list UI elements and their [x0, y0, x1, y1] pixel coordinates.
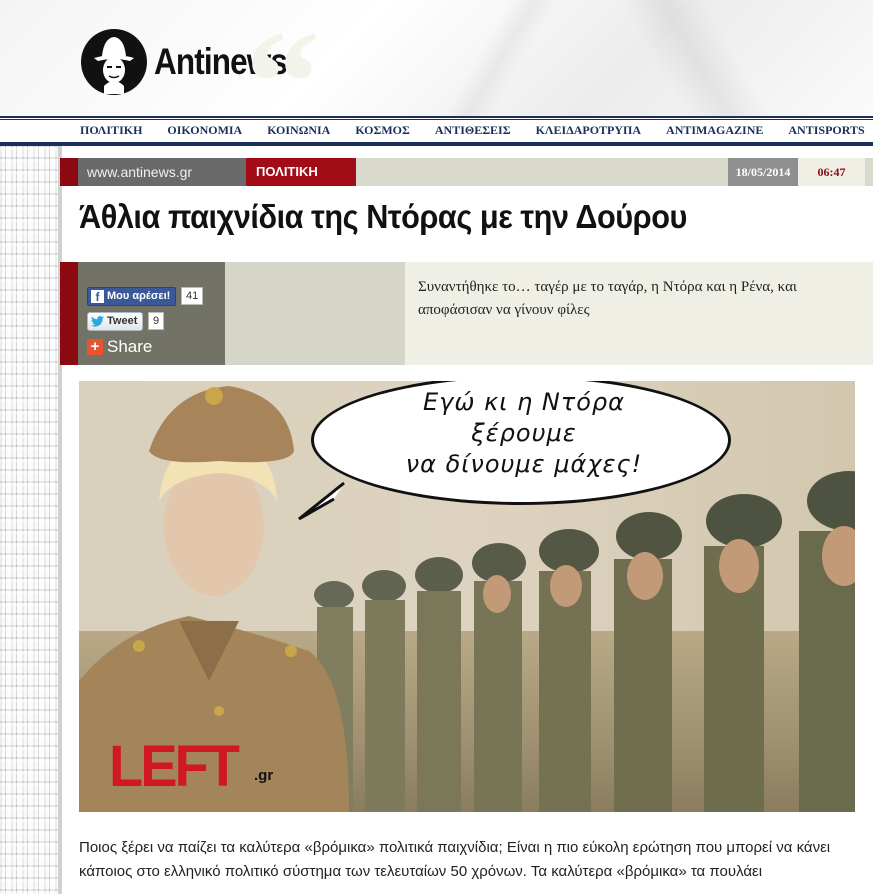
- speech-bubble-tail: [298, 481, 345, 521]
- article-date: 18/05/2014: [728, 158, 798, 186]
- paper-texture: [520, 0, 873, 116]
- article-datetime: 18/05/2014 06:47: [728, 158, 865, 186]
- facebook-like-count: 41: [181, 287, 204, 305]
- twitter-bird-icon: [91, 316, 104, 327]
- nav-item-kosmos[interactable]: ΚΟΣΜΟΣ: [355, 123, 410, 138]
- facebook-icon: f: [91, 290, 104, 304]
- block-accent: [60, 262, 78, 365]
- decorative-divider: [58, 146, 62, 894]
- article-summary: Συναντήθηκε το… ταγέρ με το ταγάρ, η Ντό…: [418, 279, 797, 318]
- nav-item-kleidarotrypa[interactable]: ΚΛΕΙΔΑΡΟΤΡΥΠΑ: [536, 123, 641, 138]
- left-gr-watermark: LEFT: [109, 732, 240, 799]
- speech-bubble-text: Εγώ κι η Ντόρα ξέρουμε να δίνουμε μάχες!: [354, 387, 694, 480]
- tweet-button[interactable]: Tweet: [87, 312, 144, 331]
- share-label: Share: [107, 337, 153, 356]
- article-body: Ποιος ξέρει να παίζει τα καλύτερα «βρόμι…: [79, 839, 831, 880]
- nav-item-politiki[interactable]: ΠΟΛΙΤΙΚΗ: [80, 123, 142, 138]
- breadcrumb: www.antinews.gr ΠΟΛΙΤΙΚΗ 18/05/2014 06:4…: [60, 158, 873, 186]
- tweet-label: Tweet: [107, 315, 138, 327]
- breadcrumb-site-link[interactable]: www.antinews.gr: [78, 158, 246, 186]
- article-time: 06:47: [798, 158, 865, 186]
- facebook-like-label: Μου αρέσει!: [107, 290, 171, 302]
- quote-mark-icon: “: [245, 0, 320, 166]
- speech-line: να δίνουμε μάχες!: [405, 450, 643, 478]
- plus-icon: +: [87, 339, 103, 355]
- speech-line: Εγώ κι η Ντόρα: [423, 388, 625, 416]
- speech-line: ξέρουμε: [471, 419, 577, 447]
- article-title: Άθλια παιχνίδια της Ντόρας με την Δούρου: [79, 198, 687, 235]
- article-photo[interactable]: Εγώ κι η Ντόρα ξέρουμε να δίνουμε μάχες!…: [79, 381, 855, 812]
- quote-panel: [225, 262, 405, 365]
- nav-item-antisports[interactable]: ANTISPORTS: [788, 123, 864, 138]
- nav-item-antitheseis[interactable]: ΑΝΤΙΘΕΣΕΙΣ: [435, 123, 511, 138]
- breadcrumb-accent: [60, 158, 78, 186]
- share-button[interactable]: + Share: [87, 337, 152, 357]
- tweet-count: 9: [148, 312, 165, 330]
- left-gr-watermark-suffix: .gr: [254, 767, 274, 784]
- facebook-like-button[interactable]: f Μου αρέσει!: [87, 287, 177, 306]
- site-header: Antinews: [0, 0, 873, 116]
- logo-man-in-hat-icon: [81, 29, 147, 95]
- main-nav: ΠΟΛΙΤΙΚΗ ΟΙΚΟΝΟΜΙΑ ΚΟΙΝΩΝΙΑ ΚΟΣΜΟΣ ΑΝΤΙΘ…: [0, 116, 873, 146]
- nav-item-oikonomia[interactable]: ΟΙΚΟΝΟΜΙΑ: [167, 123, 242, 138]
- nav-item-antimagazine[interactable]: ANTIMAGAZINE: [666, 123, 763, 138]
- decorative-grunge-strip: [0, 146, 60, 894]
